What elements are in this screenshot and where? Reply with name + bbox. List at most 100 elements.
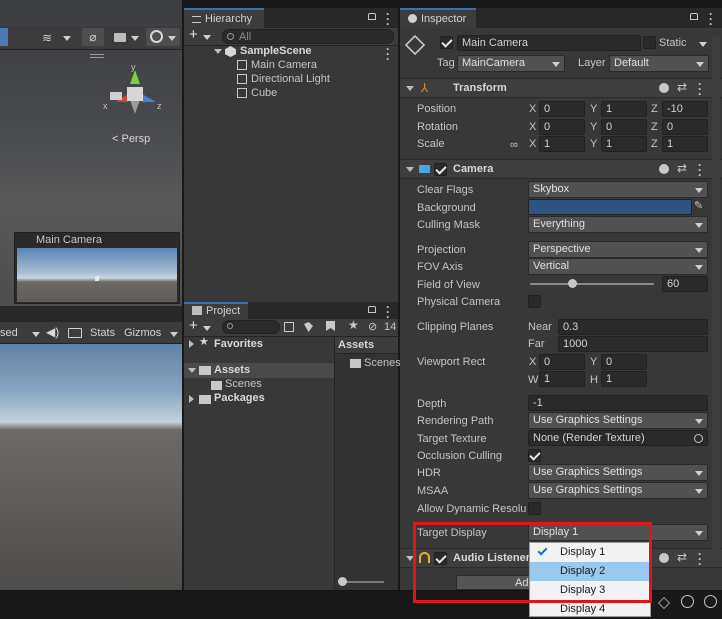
expand-arrow-icon[interactable] xyxy=(214,49,222,54)
expand-arrow-icon[interactable] xyxy=(189,340,194,348)
expand-arrow-icon[interactable] xyxy=(189,395,194,403)
msaa-dropdown[interactable]: Use Graphics Settings xyxy=(528,482,708,499)
object-name-field[interactable]: Main Camera xyxy=(457,35,641,51)
stats-button[interactable]: Stats xyxy=(90,327,115,339)
camera-header[interactable]: Camera ⇄ · · · xyxy=(400,159,722,181)
position-y-field[interactable]: 1 xyxy=(601,101,647,117)
rotation-y-field[interactable]: 0 xyxy=(601,119,647,135)
depth-field[interactable]: -1 xyxy=(528,395,708,411)
more-icon[interactable]: · · · xyxy=(386,8,390,30)
fov-slider-thumb[interactable] xyxy=(568,279,577,288)
projection-dropdown[interactable]: Perspective xyxy=(528,241,708,258)
position-z-field[interactable]: -10 xyxy=(662,101,708,117)
scale-z-field[interactable]: 1 xyxy=(662,136,708,152)
hierarchy-search-input[interactable]: All xyxy=(222,29,394,44)
link-icon[interactable]: ∞ xyxy=(510,139,518,151)
search-by-type-icon[interactable] xyxy=(284,322,294,332)
more-icon[interactable]: · · · xyxy=(709,8,713,30)
rotation-z-field[interactable]: 0 xyxy=(662,119,708,135)
fov-axis-dropdown[interactable]: Vertical xyxy=(528,258,708,275)
presets-icon[interactable]: ⇄ xyxy=(677,550,687,564)
active-checkbox[interactable] xyxy=(440,36,453,49)
scene-view[interactable]: ≋ ⌀ y x z < Persp Main Camera xyxy=(0,0,182,306)
audio-mute-icon[interactable]: ◀) xyxy=(46,325,59,339)
fov-slider-track[interactable] xyxy=(530,283,654,285)
scenes-folder-item[interactable]: Scenes xyxy=(364,357,401,369)
culling-mask-dropdown[interactable]: Everything xyxy=(528,216,708,233)
target-texture-field[interactable]: None (Render Texture) xyxy=(528,430,708,446)
play-mode-dropdown[interactable]: sed xyxy=(0,327,18,339)
tab-hierarchy[interactable]: Hierarchy xyxy=(184,8,264,28)
chevron-down-icon[interactable] xyxy=(699,42,707,47)
breadcrumb-assets[interactable]: Assets xyxy=(338,339,374,351)
viewport-x-field[interactable]: 0 xyxy=(539,354,585,370)
layers-icon[interactable]: ≋ xyxy=(42,31,58,45)
chevron-down-icon[interactable] xyxy=(203,326,211,331)
camera-icon[interactable] xyxy=(114,33,126,42)
far-field[interactable]: 1000 xyxy=(558,336,708,352)
clear-flags-dropdown[interactable]: Skybox xyxy=(528,181,708,198)
drag-handle-icon[interactable] xyxy=(90,54,104,58)
zoom-slider-thumb[interactable] xyxy=(338,577,347,586)
inspector-scrollbar[interactable] xyxy=(712,36,720,556)
viewport-h-field[interactable]: 1 xyxy=(601,371,647,387)
layer-dropdown[interactable]: Default xyxy=(609,55,709,72)
component-more-icon[interactable]: · · · xyxy=(698,548,702,570)
game-view[interactable]: sed ◀) Stats Gizmos xyxy=(0,322,182,590)
keyboard-icon[interactable] xyxy=(68,328,82,338)
more-icon[interactable]: · · · xyxy=(386,301,390,323)
persp-label[interactable]: < Persp xyxy=(112,133,150,145)
hidden-packages-icon[interactable]: ⊘ xyxy=(368,320,377,333)
occlusion-culling-checkbox[interactable] xyxy=(528,449,541,462)
presets-icon[interactable]: ⇄ xyxy=(677,161,687,175)
favorites-label[interactable]: Favorites xyxy=(214,338,263,350)
component-more-icon[interactable]: · · · xyxy=(698,159,702,181)
presets-icon[interactable]: ⇄ xyxy=(677,80,687,94)
help-icon[interactable] xyxy=(659,553,669,563)
viewport-w-field[interactable]: 1 xyxy=(539,371,585,387)
favorite-star-icon[interactable]: ★ xyxy=(348,318,359,332)
chevron-down-icon[interactable] xyxy=(63,36,71,41)
layers-stack-icon[interactable] xyxy=(658,597,670,609)
help-icon[interactable] xyxy=(659,164,669,174)
scenes-folder-label[interactable]: Scenes xyxy=(225,378,262,390)
eyedropper-icon[interactable]: ✎ xyxy=(694,199,703,212)
chevron-down-icon[interactable] xyxy=(170,332,178,337)
lock-icon[interactable] xyxy=(368,306,376,313)
viewport-y-field[interactable]: 0 xyxy=(601,354,647,370)
check-circle-icon[interactable] xyxy=(704,595,717,608)
physical-camera-checkbox[interactable] xyxy=(528,295,541,308)
lock-icon[interactable] xyxy=(368,13,376,20)
object-picker-icon[interactable] xyxy=(694,434,703,443)
expand-arrow-icon[interactable] xyxy=(188,368,196,373)
dynamic-resolution-checkbox[interactable] xyxy=(528,502,541,515)
near-field[interactable]: 0.3 xyxy=(558,319,708,335)
debug-icon[interactable] xyxy=(681,595,694,608)
chevron-down-icon[interactable] xyxy=(203,35,211,40)
static-checkbox[interactable] xyxy=(643,36,656,49)
fov-value-field[interactable]: 60 xyxy=(662,276,708,292)
tab-inspector[interactable]: Inspector xyxy=(400,8,476,28)
help-icon[interactable] xyxy=(659,83,669,93)
component-more-icon[interactable]: · · · xyxy=(698,78,702,100)
background-color-field[interactable] xyxy=(528,199,692,215)
rendering-path-dropdown[interactable]: Use Graphics Settings xyxy=(528,412,708,429)
add-icon[interactable]: + xyxy=(189,317,198,334)
scene-more-icon[interactable]: · · · xyxy=(386,43,390,65)
transform-header[interactable]: ⅄ Transform ⇄ · · · xyxy=(400,78,722,100)
gizmos-button[interactable]: Gizmos xyxy=(124,327,161,339)
tag-dropdown[interactable]: MainCamera xyxy=(457,55,565,72)
hdr-dropdown[interactable]: Use Graphics Settings xyxy=(528,464,708,481)
scale-y-field[interactable]: 1 xyxy=(601,136,647,152)
camera-enabled-checkbox[interactable] xyxy=(434,163,447,176)
position-x-field[interactable]: 0 xyxy=(539,101,585,117)
rotation-x-field[interactable]: 0 xyxy=(539,119,585,135)
visibility-off-icon[interactable]: ⌀ xyxy=(82,28,104,46)
packages-folder-label[interactable]: Packages xyxy=(214,392,265,404)
scale-x-field[interactable]: 1 xyxy=(539,136,585,152)
scene-name[interactable]: SampleScene xyxy=(240,45,312,57)
lock-icon[interactable] xyxy=(690,13,698,20)
add-icon[interactable]: + xyxy=(189,26,198,43)
chevron-down-icon[interactable] xyxy=(131,36,139,41)
tool-toggle-button[interactable] xyxy=(0,28,8,46)
